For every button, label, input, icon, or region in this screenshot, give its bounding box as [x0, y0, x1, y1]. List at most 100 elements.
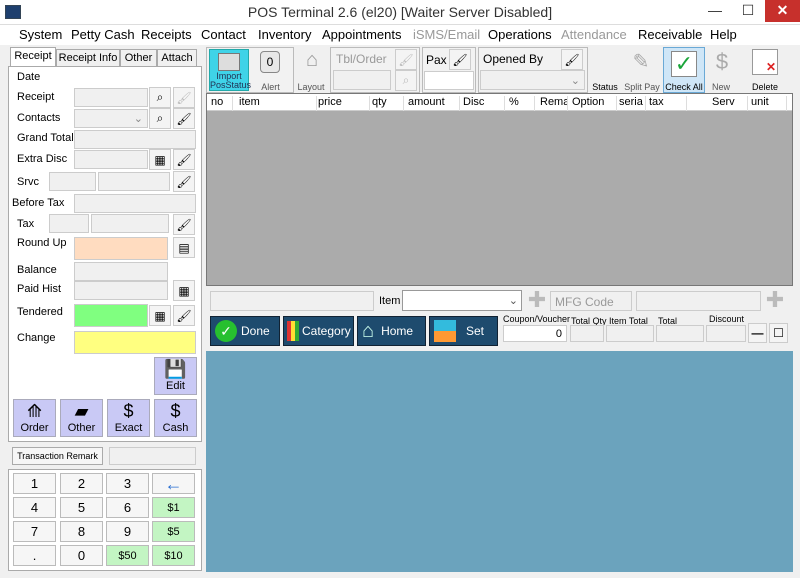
tab-receipt-info[interactable]: Receipt Info [56, 49, 120, 66]
alert-count-badge[interactable]: 0 [260, 51, 280, 73]
tab-attach[interactable]: Attach [157, 49, 197, 66]
menu-appointments[interactable]: Appointments [322, 27, 402, 42]
round-up-icon[interactable]: ▤ [173, 237, 195, 258]
item-grid[interactable]: no item price qty amount Disc % Rema Opt… [206, 93, 793, 286]
tbl-order-select[interactable] [333, 70, 391, 90]
calculator-icon[interactable]: ▦ [173, 280, 195, 301]
split-pay-icon[interactable]: ✎ [627, 49, 655, 77]
col-disc[interactable]: Disc [463, 96, 505, 111]
status-label[interactable]: Status [590, 82, 620, 92]
col-remark[interactable]: Rema [540, 96, 568, 111]
brush-icon[interactable]: 🖌 [173, 108, 195, 129]
pax-field[interactable] [424, 71, 474, 90]
key-2[interactable]: 2 [60, 473, 103, 494]
brush-icon[interactable]: 🖌 [173, 305, 195, 326]
search-icon[interactable]: ⌕ [149, 87, 171, 108]
check-all-button[interactable]: ✓ Check All [663, 47, 705, 93]
close-button[interactable]: ✕ [765, 0, 800, 22]
key-1-dollar[interactable]: $1 [152, 497, 195, 518]
contacts-select[interactable]: ⌄ [74, 109, 148, 128]
col-amount[interactable]: amount [408, 96, 460, 111]
collapse-button[interactable]: — [748, 323, 767, 343]
srvc-rate-field[interactable] [49, 172, 96, 191]
key-50-dollar[interactable]: $50 [106, 545, 149, 566]
transaction-remark-button[interactable]: Transaction Remark [12, 447, 103, 465]
menu-help[interactable]: Help [710, 27, 737, 42]
mfg-code-select[interactable]: MFG Code [550, 291, 632, 311]
brush-icon[interactable]: 🖌 [395, 49, 417, 70]
receipt-field[interactable] [74, 88, 148, 107]
category-item-area[interactable] [206, 351, 793, 572]
key-6[interactable]: 6 [106, 497, 149, 518]
brush-icon[interactable]: 🖌 [173, 149, 195, 170]
col-price[interactable]: price [318, 96, 370, 111]
col-percent[interactable]: % [509, 96, 535, 111]
expand-button[interactable]: ☐ [769, 323, 788, 343]
barcode-field[interactable] [210, 291, 374, 311]
menu-receipts[interactable]: Receipts [141, 27, 192, 42]
search-icon[interactable]: ⌕ [395, 70, 417, 91]
opened-by-select[interactable]: ⌄ [480, 70, 585, 90]
delete-icon[interactable]: ✕ [752, 49, 778, 75]
extra-disc-field[interactable] [74, 150, 148, 169]
edit-button[interactable]: 💾 Edit [154, 357, 197, 395]
add-mfg-icon[interactable]: ✚ [765, 289, 785, 311]
col-item[interactable]: item [239, 96, 317, 111]
round-up-field[interactable] [74, 237, 168, 260]
set-button[interactable]: Set [429, 316, 498, 346]
tendered-field[interactable] [74, 304, 148, 327]
layout-icon[interactable]: ⌂ [299, 49, 325, 75]
transaction-remark-field[interactable] [109, 447, 196, 465]
col-no[interactable]: no [211, 96, 233, 111]
brush-icon[interactable]: 🖌 [173, 214, 195, 235]
category-button[interactable]: Category [283, 316, 354, 346]
exact-button[interactable]: $ Exact [107, 399, 150, 437]
menu-attendance[interactable]: Attendance [561, 27, 627, 42]
brush-icon[interactable]: 🖌 [449, 49, 471, 70]
coupon-field[interactable]: 0 [503, 325, 567, 342]
add-item-icon[interactable]: ✚ [527, 289, 547, 311]
col-unit[interactable]: unit [751, 96, 787, 111]
other-button[interactable]: ▰ Other [60, 399, 103, 437]
menu-operations[interactable]: Operations [488, 27, 552, 42]
key-dot[interactable]: . [13, 545, 56, 566]
key-5-dollar[interactable]: $5 [152, 521, 195, 542]
brush-icon[interactable]: 🖌 [173, 171, 195, 192]
cash-button[interactable]: $ Cash [154, 399, 197, 437]
home-button[interactable]: ⌂ Home [357, 316, 426, 346]
menu-receivable[interactable]: Receivable [638, 27, 702, 42]
key-5[interactable]: 5 [60, 497, 103, 518]
search-icon[interactable]: ⌕ [149, 108, 171, 129]
brush-icon[interactable]: 🖌 [561, 49, 583, 70]
tab-other[interactable]: Other [120, 49, 157, 66]
import-posstatus-button[interactable]: Import PosStatus [209, 49, 251, 91]
backspace-key[interactable]: ← [152, 473, 195, 494]
key-3[interactable]: 3 [106, 473, 149, 494]
key-7[interactable]: 7 [13, 521, 56, 542]
key-0[interactable]: 0 [60, 545, 103, 566]
key-8[interactable]: 8 [60, 521, 103, 542]
done-button[interactable]: ✓ Done [210, 316, 280, 346]
brush-icon[interactable]: 🖌 [173, 87, 195, 108]
key-4[interactable]: 4 [13, 497, 56, 518]
tab-receipt[interactable]: Receipt [10, 47, 56, 67]
menu-system[interactable]: System [19, 27, 62, 42]
item-select[interactable]: ⌄ [402, 290, 522, 311]
calculator-icon[interactable]: ▦ [149, 149, 171, 170]
menu-petty-cash[interactable]: Petty Cash [71, 27, 135, 42]
col-tax[interactable]: tax [649, 96, 687, 111]
menu-contact[interactable]: Contact [201, 27, 246, 42]
col-serial[interactable]: seria [619, 96, 646, 111]
col-serv[interactable]: Serv [712, 96, 748, 111]
order-button[interactable]: ⟰ Order [13, 399, 56, 437]
minimize-button[interactable]: — [700, 0, 730, 22]
col-qty[interactable]: qty [372, 96, 404, 111]
key-10-dollar[interactable]: $10 [152, 545, 195, 566]
maximize-button[interactable]: ☐ [733, 0, 763, 22]
col-option[interactable]: Option [572, 96, 617, 111]
new-dollar-icon[interactable]: $ [707, 49, 737, 77]
calculator-icon[interactable]: ▦ [149, 305, 171, 326]
menu-inventory[interactable]: Inventory [258, 27, 311, 42]
mfg-code-field[interactable] [636, 291, 761, 311]
key-1[interactable]: 1 [13, 473, 56, 494]
